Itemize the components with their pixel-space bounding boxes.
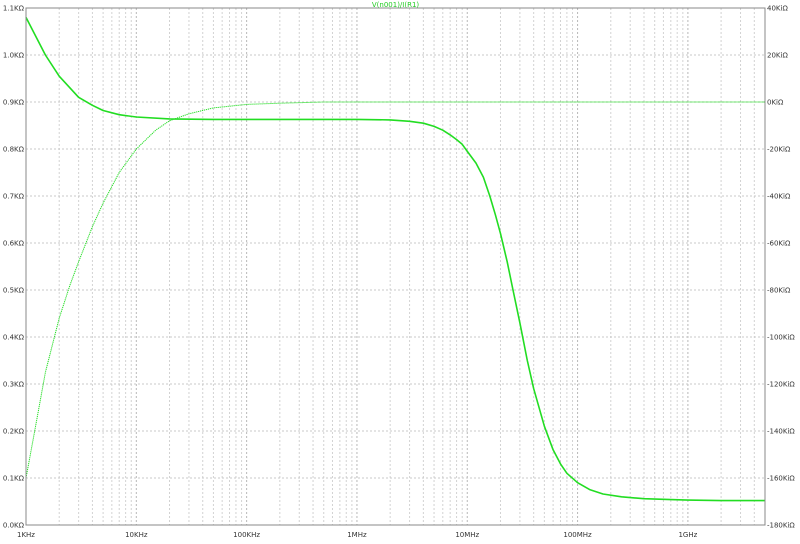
y-left-tick-label: 0.4KΩ (3, 334, 25, 342)
chart: 1KHz 10KHz 100KHz 1MHz 10MHz 100MHz 1GHz 0.0KΩ 0… (0, 0, 800, 540)
y-left-tick-label: 0.8KΩ (3, 146, 25, 154)
y-right-tick-label: -140KiΩ (767, 428, 795, 436)
y-right-tick-label: -20KiΩ (767, 146, 791, 154)
y-left-tick-label: 1.1KΩ (3, 5, 25, 13)
x-tick-label: 1MHz (347, 531, 367, 539)
y-right-tick-label: -80KiΩ (767, 287, 791, 295)
x-tick-label: 1KHz (17, 531, 35, 539)
y-left-tick-label: 0.5KΩ (3, 287, 25, 295)
y-left-tick-label: 0.2KΩ (3, 428, 25, 436)
y-right-tick-label: -40KiΩ (767, 193, 791, 201)
x-tick-label: 10MHz (455, 531, 479, 539)
x-tick-label: 100MHz (563, 531, 592, 539)
y-right-tick-label: -120KiΩ (767, 381, 795, 389)
y-right-tick-label: -60KiΩ (767, 240, 791, 248)
y-left-tick-label: 0.7KΩ (3, 193, 25, 201)
x-tick-label: 10KHz (125, 531, 148, 539)
y-right-tick-label: -100KiΩ (767, 334, 795, 342)
y-left-tick-label: 0.9KΩ (3, 99, 25, 107)
y-left-tick-label: 0.6KΩ (3, 240, 25, 248)
y-right-tick-label: -160KiΩ (767, 475, 795, 483)
x-tick-label: 1GHz (678, 531, 697, 539)
x-tick-label: 100KHz (233, 531, 260, 539)
y-right-tick-label: 40KiΩ (767, 5, 788, 13)
y-left-tick-label: 0.0KΩ (3, 522, 25, 530)
y-left-tick-label: 1.0KΩ (3, 52, 25, 60)
y-left-tick-label: 0.3KΩ (3, 381, 25, 389)
y-left-tick-label: 0.1KΩ (3, 475, 25, 483)
y-right-tick-label: 0KiΩ (767, 99, 784, 107)
plot-background (0, 0, 800, 540)
y-right-tick-label: -180KiΩ (767, 522, 795, 530)
chart-title: V(n001)/I(R1) (372, 1, 420, 9)
y-right-tick-label: 20KiΩ (767, 52, 788, 60)
plot-area: 1KHz 10KHz 100KHz 1MHz 10MHz 100MHz 1GHz 0.0KΩ 0… (0, 0, 800, 540)
